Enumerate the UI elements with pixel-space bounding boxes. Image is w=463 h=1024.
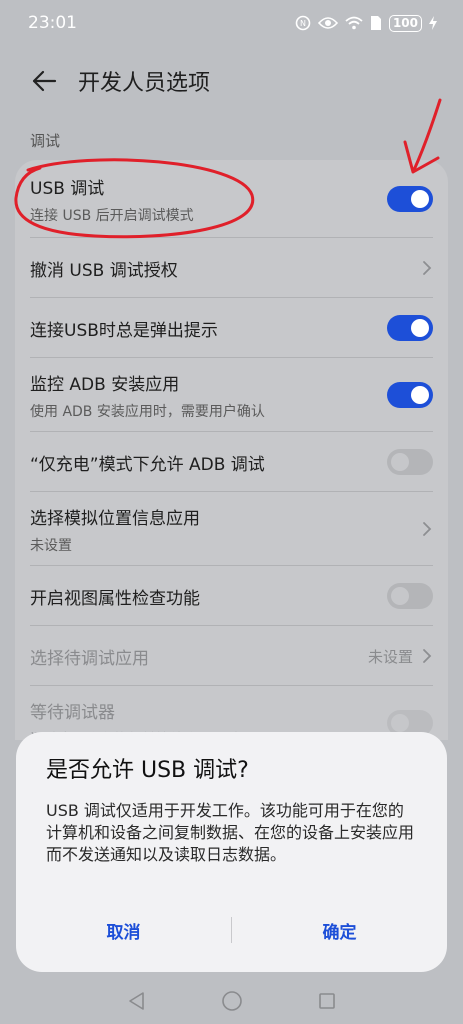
page-title: 开发人员选项 bbox=[78, 71, 211, 96]
cancel-button[interactable]: 取消 bbox=[16, 918, 231, 943]
dialog-body: USB 调试仅适用于开发工作。该功能可用于在您的计算机和设备之间复制数据、在您的… bbox=[46, 801, 415, 864]
dialog-title: 是否允许 USB 调试? bbox=[46, 758, 249, 783]
setting-select-debug-app[interactable]: 选择待调试应用 未设置 bbox=[15, 626, 448, 686]
setting-charge-only-adb[interactable]: “仅充电”模式下允许 ADB 调试 bbox=[15, 432, 448, 492]
confirm-button[interactable]: 确定 bbox=[232, 918, 447, 943]
setting-title: 等待调试器 bbox=[30, 702, 115, 723]
setting-subtitle: 使用 ADB 安装应用时，需要用户确认 bbox=[30, 403, 265, 420]
settings-card: USB 调试 连接 USB 后开启调试模式 撤消 USB 调试授权 连接USB时… bbox=[15, 160, 448, 740]
setting-title: 连接USB时总是弹出提示 bbox=[30, 320, 218, 341]
svg-text:N: N bbox=[300, 19, 306, 28]
dialog-actions: 取消 确定 bbox=[16, 910, 447, 950]
chevron-right-icon bbox=[423, 261, 432, 275]
nfc-icon: N bbox=[295, 15, 311, 31]
usb-debugging-toggle[interactable] bbox=[387, 186, 433, 212]
setting-title: 撤消 USB 调试授权 bbox=[30, 260, 178, 281]
setting-title: USB 调试 bbox=[30, 178, 105, 199]
setting-subtitle: 未设置 bbox=[30, 537, 72, 554]
view-inspection-toggle[interactable] bbox=[387, 583, 433, 609]
sim-icon bbox=[370, 15, 382, 31]
setting-usb-debugging[interactable]: USB 调试 连接 USB 后开启调试模式 bbox=[15, 160, 448, 238]
charging-icon bbox=[429, 16, 437, 30]
usb-debugging-dialog: 是否允许 USB 调试? USB 调试仅适用于开发工作。该功能可用于在您的计算机… bbox=[16, 732, 447, 972]
setting-title: “仅充电”模式下允许 ADB 调试 bbox=[30, 454, 265, 475]
setting-value: 未设置 bbox=[367, 647, 413, 666]
status-icons: N 100 bbox=[295, 14, 437, 32]
navigation-bar bbox=[0, 978, 463, 1024]
setting-title: 选择待调试应用 bbox=[30, 648, 149, 669]
status-bar: 23:01 N 100 bbox=[0, 0, 463, 46]
setting-monitor-adb-install[interactable]: 监控 ADB 安装应用 使用 ADB 安装应用时，需要用户确认 bbox=[15, 358, 448, 432]
chevron-right-icon bbox=[423, 522, 432, 536]
battery-indicator: 100 bbox=[388, 14, 422, 32]
setting-usb-prompt[interactable]: 连接USB时总是弹出提示 bbox=[15, 298, 448, 358]
setting-revoke-usb-auth[interactable]: 撤消 USB 调试授权 bbox=[15, 238, 448, 298]
charge-only-adb-toggle[interactable] bbox=[387, 449, 433, 475]
usb-prompt-toggle[interactable] bbox=[387, 315, 433, 341]
setting-view-attribute-inspection[interactable]: 开启视图属性检查功能 bbox=[15, 566, 448, 626]
eye-icon bbox=[317, 16, 338, 30]
back-triangle-icon[interactable] bbox=[127, 991, 147, 1011]
setting-title: 开启视图属性检查功能 bbox=[30, 588, 200, 609]
section-label: 调试 bbox=[30, 132, 61, 150]
setting-title: 监控 ADB 安装应用 bbox=[30, 374, 180, 395]
setting-title: 选择模拟位置信息应用 bbox=[30, 508, 200, 529]
monitor-adb-toggle[interactable] bbox=[387, 382, 433, 408]
recents-square-icon[interactable] bbox=[317, 991, 337, 1011]
chevron-right-icon bbox=[423, 649, 432, 663]
home-circle-icon[interactable] bbox=[221, 990, 243, 1012]
wifi-icon bbox=[345, 16, 363, 30]
status-time: 23:01 bbox=[28, 13, 77, 33]
setting-subtitle: 连接 USB 后开启调试模式 bbox=[30, 207, 194, 224]
back-arrow-icon[interactable] bbox=[30, 67, 58, 95]
header: 开发人员选项 bbox=[0, 56, 463, 106]
setting-mock-location-app[interactable]: 选择模拟位置信息应用 未设置 bbox=[15, 492, 448, 566]
